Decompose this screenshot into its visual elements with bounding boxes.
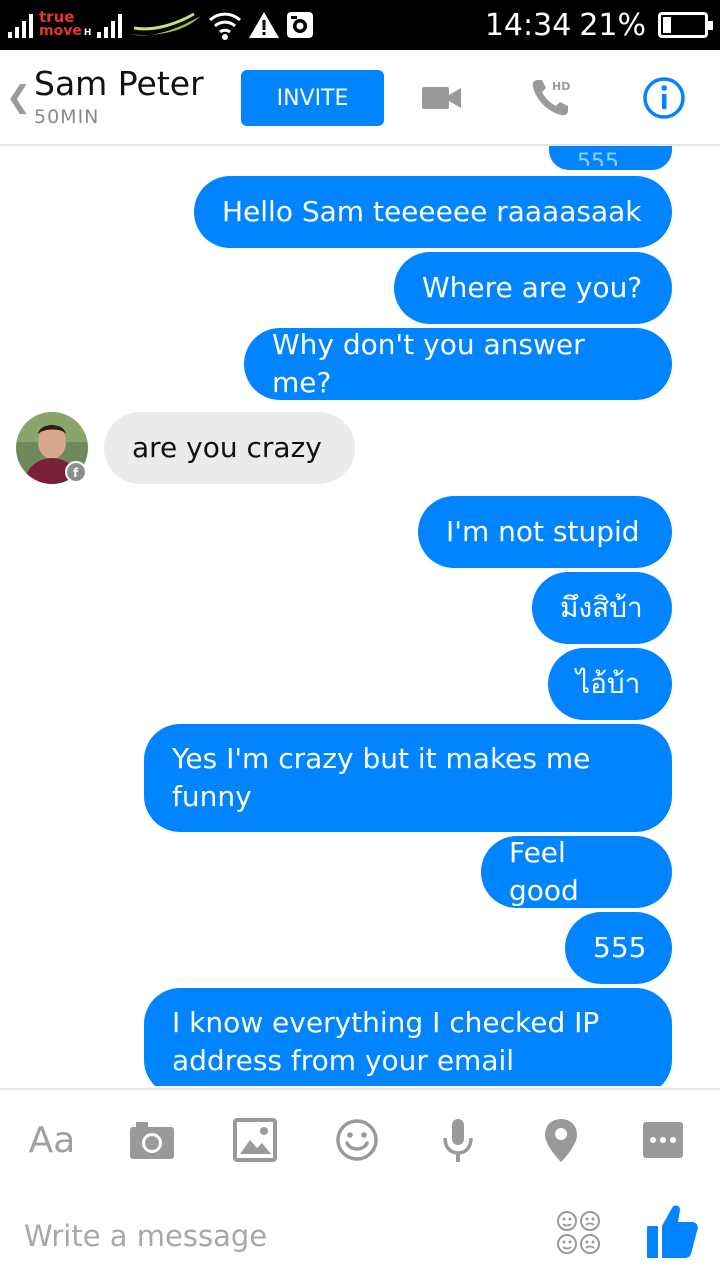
warning-icon (249, 12, 280, 38)
sticker-icon[interactable] (556, 1210, 602, 1256)
message-text: มึงสิบ้า (560, 591, 643, 624)
message-text: are you crazy (132, 431, 322, 464)
message-bubble-outgoing[interactable]: I know everything I checked IP address f… (144, 988, 672, 1086)
message-list[interactable]: 555 Hello Sam teeeeee raaaasaak Where ar… (0, 146, 720, 1086)
message-bubble-outgoing[interactable]: Hello Sam teeeeee raaaasaak (194, 176, 672, 248)
message-text: I'm not stupid (446, 515, 640, 548)
more-icon[interactable] (639, 1116, 687, 1164)
video-call-icon[interactable] (418, 74, 466, 122)
location-icon[interactable] (537, 1116, 585, 1164)
like-icon[interactable] (644, 1202, 700, 1262)
contact-active-status: 50MIN (34, 106, 100, 128)
clock-text: 14:34 (484, 7, 572, 43)
message-bubble-outgoing[interactable]: I'm not stupid (418, 496, 672, 568)
message-bubble-outgoing[interactable]: Where are you? (394, 252, 672, 324)
message-text: Yes I'm crazy but it makes me funny (172, 742, 591, 813)
info-icon[interactable] (640, 74, 688, 122)
hd-phone-icon[interactable]: HD (528, 74, 576, 122)
message-text: Feel good (509, 836, 579, 907)
signal-icon (8, 12, 33, 38)
facebook-badge-icon: f (65, 461, 87, 483)
battery-icon (658, 12, 713, 38)
svg-text:HD: HD (552, 80, 570, 93)
chevron-left-icon[interactable]: ❮ (6, 80, 31, 115)
gallery-icon[interactable] (231, 1116, 279, 1164)
message-bubble-outgoing[interactable]: 555 (549, 146, 672, 170)
message-bubble-outgoing[interactable]: Why don't you answer me? (244, 328, 672, 400)
signal-icon (97, 12, 123, 38)
message-text: ไอ้บ้า (576, 667, 641, 700)
wifi-icon (209, 12, 242, 40)
conversation-header: ❮ Sam Peter 50MIN INVITE HD (0, 50, 720, 146)
message-text: 555 (577, 152, 619, 166)
carrier-swoosh-icon (130, 12, 201, 36)
carrier-logo: true move H (39, 8, 92, 39)
message-bubble-outgoing[interactable]: Feel good (481, 836, 672, 908)
battery-fill (663, 17, 671, 33)
message-bubble-outgoing[interactable]: ไอ้บ้า (548, 648, 672, 720)
message-text: I know everything I checked IP address f… (172, 1006, 600, 1077)
svg-text:f: f (73, 466, 79, 480)
message-bubble-outgoing[interactable]: มึงสิบ้า (532, 572, 672, 644)
message-text: Where are you? (422, 271, 643, 304)
message-text: 555 (593, 931, 647, 964)
message-bubble-outgoing[interactable]: 555 (565, 912, 672, 984)
message-text: Why don't you answer me? (272, 328, 585, 399)
invite-button[interactable]: INVITE (241, 70, 384, 126)
battery-percent: 21% (579, 7, 646, 43)
emoji-icon[interactable] (333, 1116, 381, 1164)
camera-notification-icon (287, 12, 314, 38)
message-bubble-incoming[interactable]: are you crazy (104, 412, 355, 484)
contact-name[interactable]: Sam Peter (34, 64, 204, 103)
text-format-button[interactable]: Aa (28, 1116, 76, 1164)
microphone-icon[interactable] (434, 1116, 482, 1164)
message-text: Hello Sam teeeeee raaaasaak (222, 195, 642, 228)
message-input[interactable] (24, 1210, 524, 1262)
composer-bar: Aa (0, 1088, 720, 1280)
message-bubble-outgoing[interactable]: Yes I'm crazy but it makes me funny (144, 724, 672, 832)
camera-icon[interactable] (128, 1116, 176, 1164)
status-bar: true move H 14:34 21% (0, 0, 720, 50)
